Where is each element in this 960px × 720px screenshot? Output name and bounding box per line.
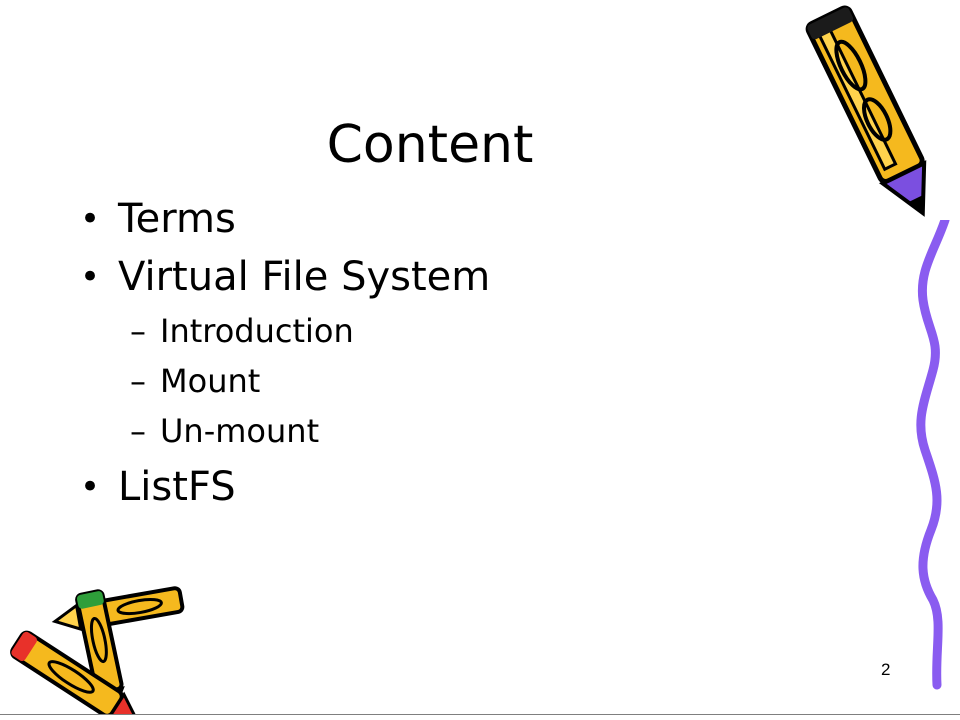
sub-bullet-marker: – — [130, 312, 146, 350]
page-number: 2 — [881, 660, 891, 679]
bottom-divider — [0, 714, 960, 715]
sub-bullet-text-unmount: Un-mount — [160, 412, 320, 450]
sub-bullet-text-introduction: Introduction — [160, 312, 354, 350]
bullet-marker: • — [80, 257, 101, 297]
bullet-item: • Virtual File System — [80, 248, 840, 306]
sub-bullet-marker: – — [130, 412, 146, 450]
bullet-list: • Terms • Virtual File System – Introduc… — [80, 190, 840, 516]
sub-bullet-marker: – — [130, 362, 146, 400]
bullet-text-vfs: Virtual File System — [118, 254, 491, 300]
decorative-squiggle — [916, 220, 950, 690]
sub-bullet-item: – Introduction — [80, 306, 840, 356]
crossed-pencils-icon — [10, 586, 185, 715]
bullet-text-listfs: ListFS — [118, 464, 236, 510]
bullet-marker: • — [80, 199, 101, 239]
sub-bullet-item: – Mount — [80, 356, 840, 406]
bullet-item: • Terms — [80, 190, 840, 248]
slide: Content • Terms • Virtual File System – … — [0, 0, 960, 720]
bullet-item: • ListFS — [80, 458, 840, 516]
bullet-marker: • — [80, 467, 101, 507]
sub-bullet-text-mount: Mount — [160, 362, 261, 400]
bullet-text-terms: Terms — [118, 196, 236, 242]
slide-title: Content — [326, 115, 534, 175]
sub-bullet-item: – Un-mount — [80, 406, 840, 456]
